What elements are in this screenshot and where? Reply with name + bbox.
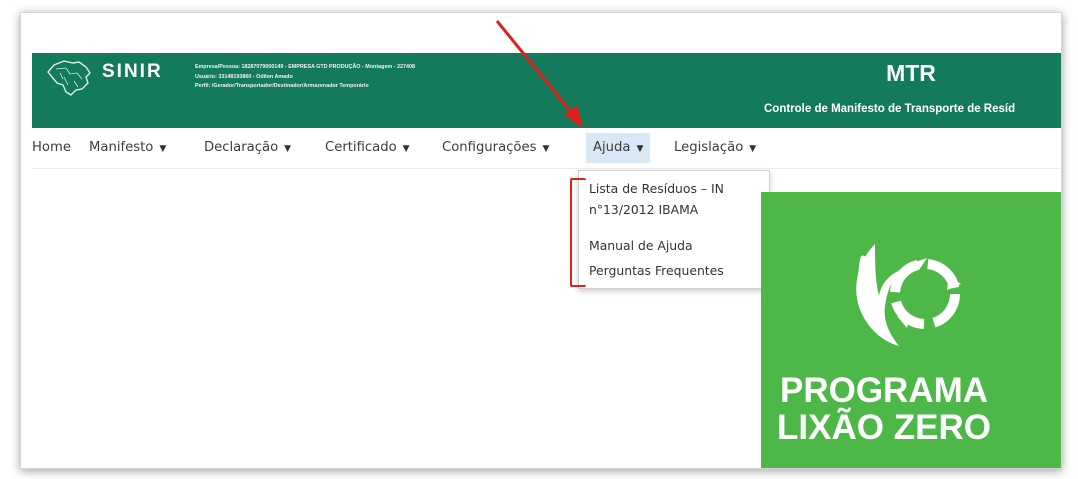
nav-manifesto[interactable]: Manifesto ▼ xyxy=(82,133,173,163)
caret-down-icon: ▼ xyxy=(749,144,757,154)
sinir-logo[interactable]: SINIR xyxy=(102,61,163,83)
caret-down-icon: ▼ xyxy=(284,144,292,154)
banner-line1: PROGRAMA xyxy=(779,371,989,410)
nav-home-label: Home xyxy=(32,140,71,155)
menu-item-manual-ajuda[interactable]: Manual de Ajuda xyxy=(589,235,693,256)
banner-text: PROGRAMA LIXÃO ZERO xyxy=(761,372,1007,446)
nav-manifesto-label: Manifesto xyxy=(89,140,154,155)
nav-legislacao[interactable]: Legislação ▼ xyxy=(667,133,763,163)
caret-down-icon: ▼ xyxy=(636,144,644,154)
nav-certificado-label: Certificado xyxy=(325,140,397,155)
menu-item-lista-residuos[interactable]: Lista de Resíduos – IN n°13/2012 IBAMA xyxy=(589,178,724,220)
app-subtitle: Controle de Manifesto de Transporte de R… xyxy=(764,103,1016,115)
banner-line2: LIXÃO ZERO xyxy=(777,408,991,447)
brazil-map-icon xyxy=(47,60,91,96)
ajuda-dropdown-menu: Lista de Resíduos – IN n°13/2012 IBAMA M… xyxy=(578,170,770,289)
nav-certificado[interactable]: Certificado ▼ xyxy=(318,133,417,163)
lixao-zero-banner[interactable]: PROGRAMA LIXÃO ZERO xyxy=(761,192,1061,468)
nav-legislacao-label: Legislação xyxy=(674,140,744,155)
menu-item-perguntas-frequentes[interactable]: Perguntas Frequentes xyxy=(589,260,724,281)
nav-ajuda-label: Ajuda xyxy=(593,140,631,155)
nav-declaracao[interactable]: Declaração ▼ xyxy=(197,133,298,163)
annotation-bracket xyxy=(570,178,586,287)
recycle-hand-icon xyxy=(856,244,961,346)
menu-item-lista-residuos-line1: Lista de Resíduos – IN xyxy=(589,181,724,196)
annotation-arrow-icon xyxy=(495,20,583,128)
caret-down-icon: ▼ xyxy=(159,144,167,154)
caret-down-icon: ▼ xyxy=(402,144,410,154)
nav-configuracoes[interactable]: Configurações ▼ xyxy=(435,133,556,163)
nav-ajuda[interactable]: Ajuda ▼ xyxy=(586,133,651,163)
app-title: MTR xyxy=(886,60,936,86)
menu-item-lista-residuos-line2: n°13/2012 IBAMA xyxy=(589,202,699,217)
caret-down-icon: ▼ xyxy=(542,144,550,154)
screenshot-frame: SINIR Empresa/Pessoa: 18287079000149 - E… xyxy=(20,12,1062,469)
nav-configuracoes-label: Configurações xyxy=(442,140,537,155)
nav-home[interactable]: Home xyxy=(25,133,78,163)
nav-declaracao-label: Declaração xyxy=(204,140,279,155)
